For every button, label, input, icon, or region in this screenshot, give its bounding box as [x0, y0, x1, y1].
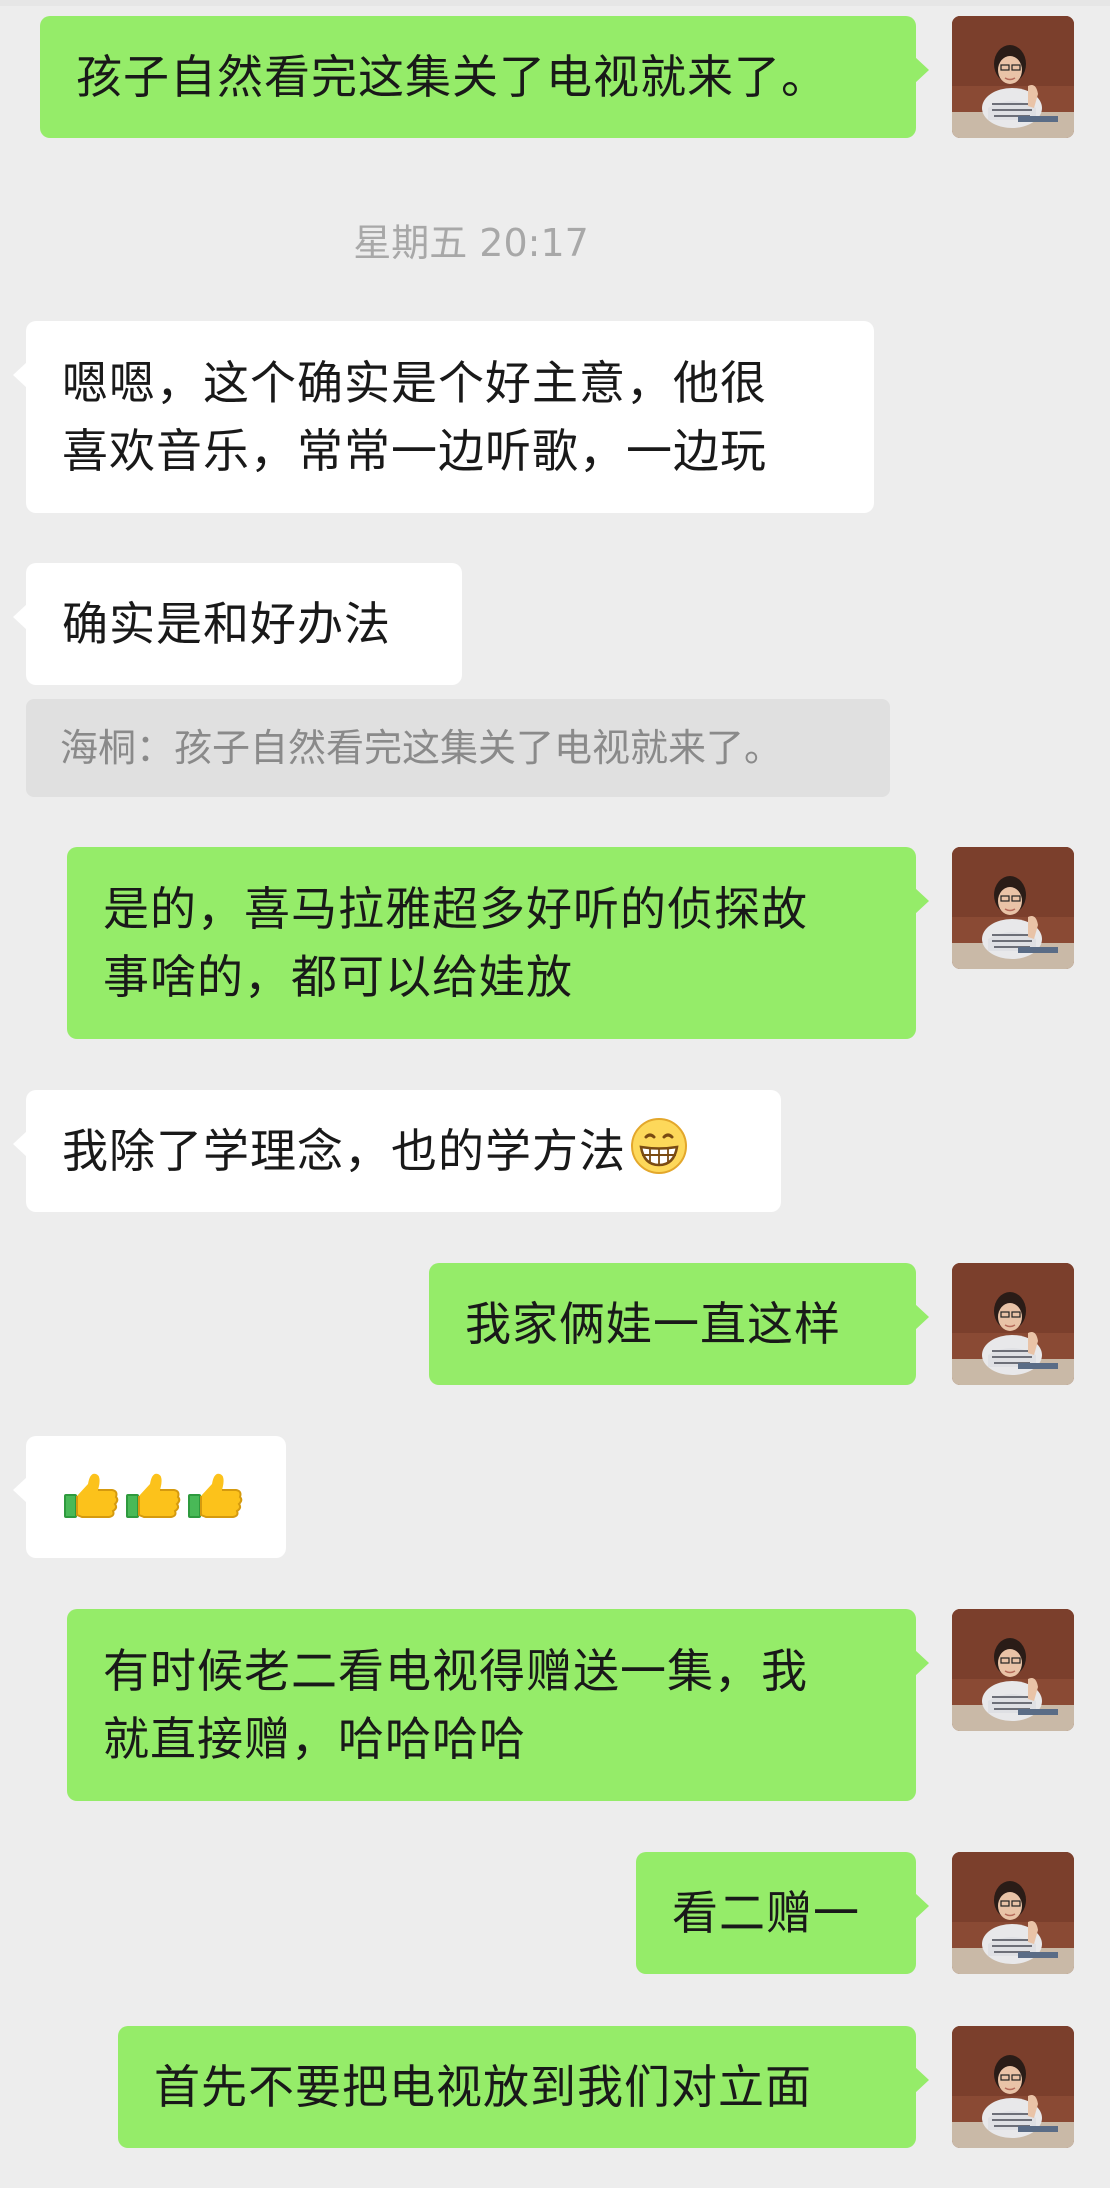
- avatar[interactable]: [952, 2026, 1074, 2148]
- avatar[interactable]: [952, 1263, 1074, 1385]
- user-avatar-icon: [952, 2026, 1074, 2148]
- message-text: 确实是和好办法: [62, 597, 391, 651]
- avatar[interactable]: [952, 16, 1074, 138]
- message-text-line: 事啥的，都可以给娃放: [103, 950, 573, 1004]
- message-bubble-incoming[interactable]: 确实是和好办法: [13, 563, 462, 685]
- quoted-message[interactable]: 海桐：孩子自然看完这集关了电视就来了。: [26, 699, 890, 797]
- top-divider: [0, 0, 1110, 6]
- message-text: 看二赠一: [672, 1886, 860, 1940]
- avatar[interactable]: [952, 847, 1074, 969]
- user-avatar-icon: [952, 16, 1074, 138]
- avatar[interactable]: [952, 1609, 1074, 1731]
- chat-view[interactable]: 孩子自然看完这集关了电视就来了。 星期五 20:17 嗯嗯，这个确实是个好主意，…: [0, 0, 1110, 2188]
- message-bubble-outgoing[interactable]: 首先不要把电视放到我们对立面: [118, 2026, 929, 2148]
- user-avatar-icon: [952, 1852, 1074, 1974]
- message-bubble-outgoing[interactable]: 我家俩娃一直这样: [429, 1263, 929, 1385]
- message-text: 孩子自然看完这集关了电视就来了。: [76, 50, 828, 104]
- message-bubble-outgoing[interactable]: 有时候老二看电视得赠送一集，我 就直接赠，哈哈哈哈: [67, 1609, 929, 1801]
- grinning-face-emoji-icon: [630, 1117, 688, 1175]
- message-text-line: 喜欢音乐，常常一边听歌，一边玩: [62, 424, 767, 478]
- user-avatar-icon: [952, 847, 1074, 969]
- user-avatar-icon: [952, 1263, 1074, 1385]
- message-text-line: 是的，喜马拉雅超多好听的侦探故: [103, 882, 808, 936]
- message-text: 我除了学理念，也的学方法: [62, 1124, 626, 1178]
- message-bubble-incoming[interactable]: [13, 1436, 286, 1558]
- message-text-line: 有时候老二看电视得赠送一集，我: [103, 1644, 808, 1698]
- thumbs-up-emoji-icon: [186, 1466, 244, 1524]
- message-text: 我家俩娃一直这样: [465, 1297, 841, 1351]
- message-bubble-outgoing[interactable]: 看二赠一: [636, 1852, 929, 1974]
- message-text: 首先不要把电视放到我们对立面: [154, 2060, 812, 2114]
- message-bubble-incoming[interactable]: 我除了学理念，也的学方法: [13, 1090, 781, 1212]
- avatar[interactable]: [952, 1852, 1074, 1974]
- message-text-line: 嗯嗯，这个确实是个好主意，他很: [62, 356, 767, 410]
- timestamp: 星期五 20:17: [353, 221, 589, 265]
- user-avatar-icon: [952, 1609, 1074, 1731]
- message-bubble-outgoing[interactable]: 孩子自然看完这集关了电视就来了。: [40, 16, 929, 138]
- message-text-line: 就直接赠，哈哈哈哈: [103, 1712, 526, 1766]
- message-bubble-outgoing[interactable]: 是的，喜马拉雅超多好听的侦探故 事啥的，都可以给娃放: [67, 847, 929, 1039]
- thumbs-up-emoji-icon: [62, 1466, 120, 1524]
- message-bubble-incoming[interactable]: 嗯嗯，这个确实是个好主意，他很 喜欢音乐，常常一边听歌，一边玩: [13, 321, 874, 513]
- thumbs-up-emoji-icon: [124, 1466, 182, 1524]
